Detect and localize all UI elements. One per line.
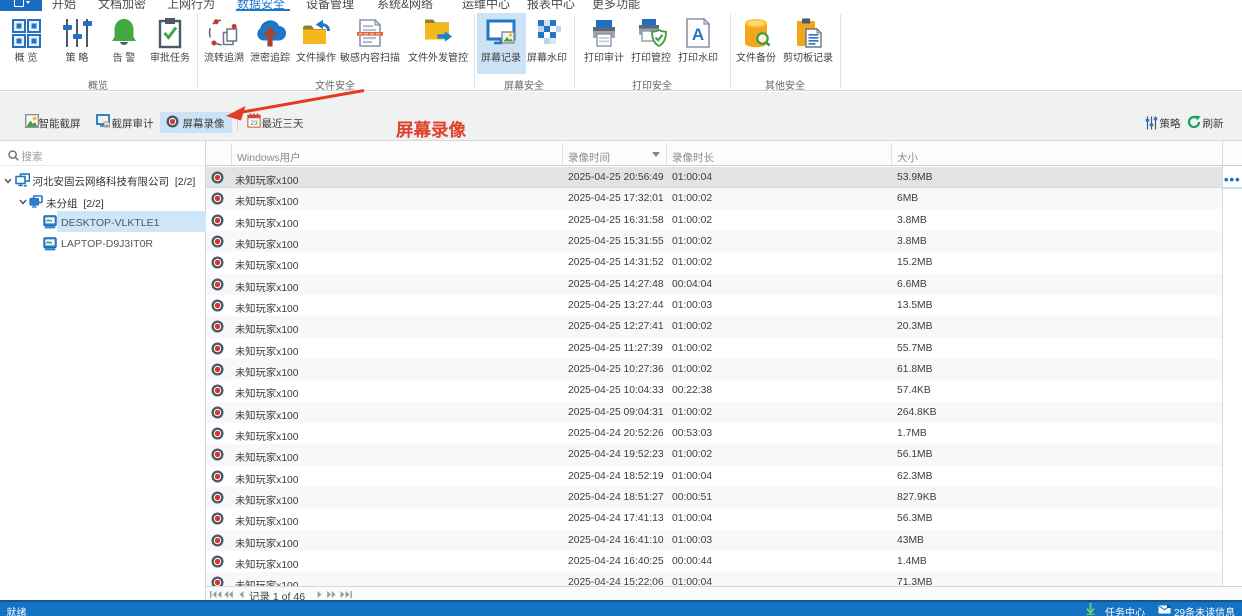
svg-text:A: A — [692, 25, 704, 44]
svg-text:23: 23 — [250, 120, 258, 127]
